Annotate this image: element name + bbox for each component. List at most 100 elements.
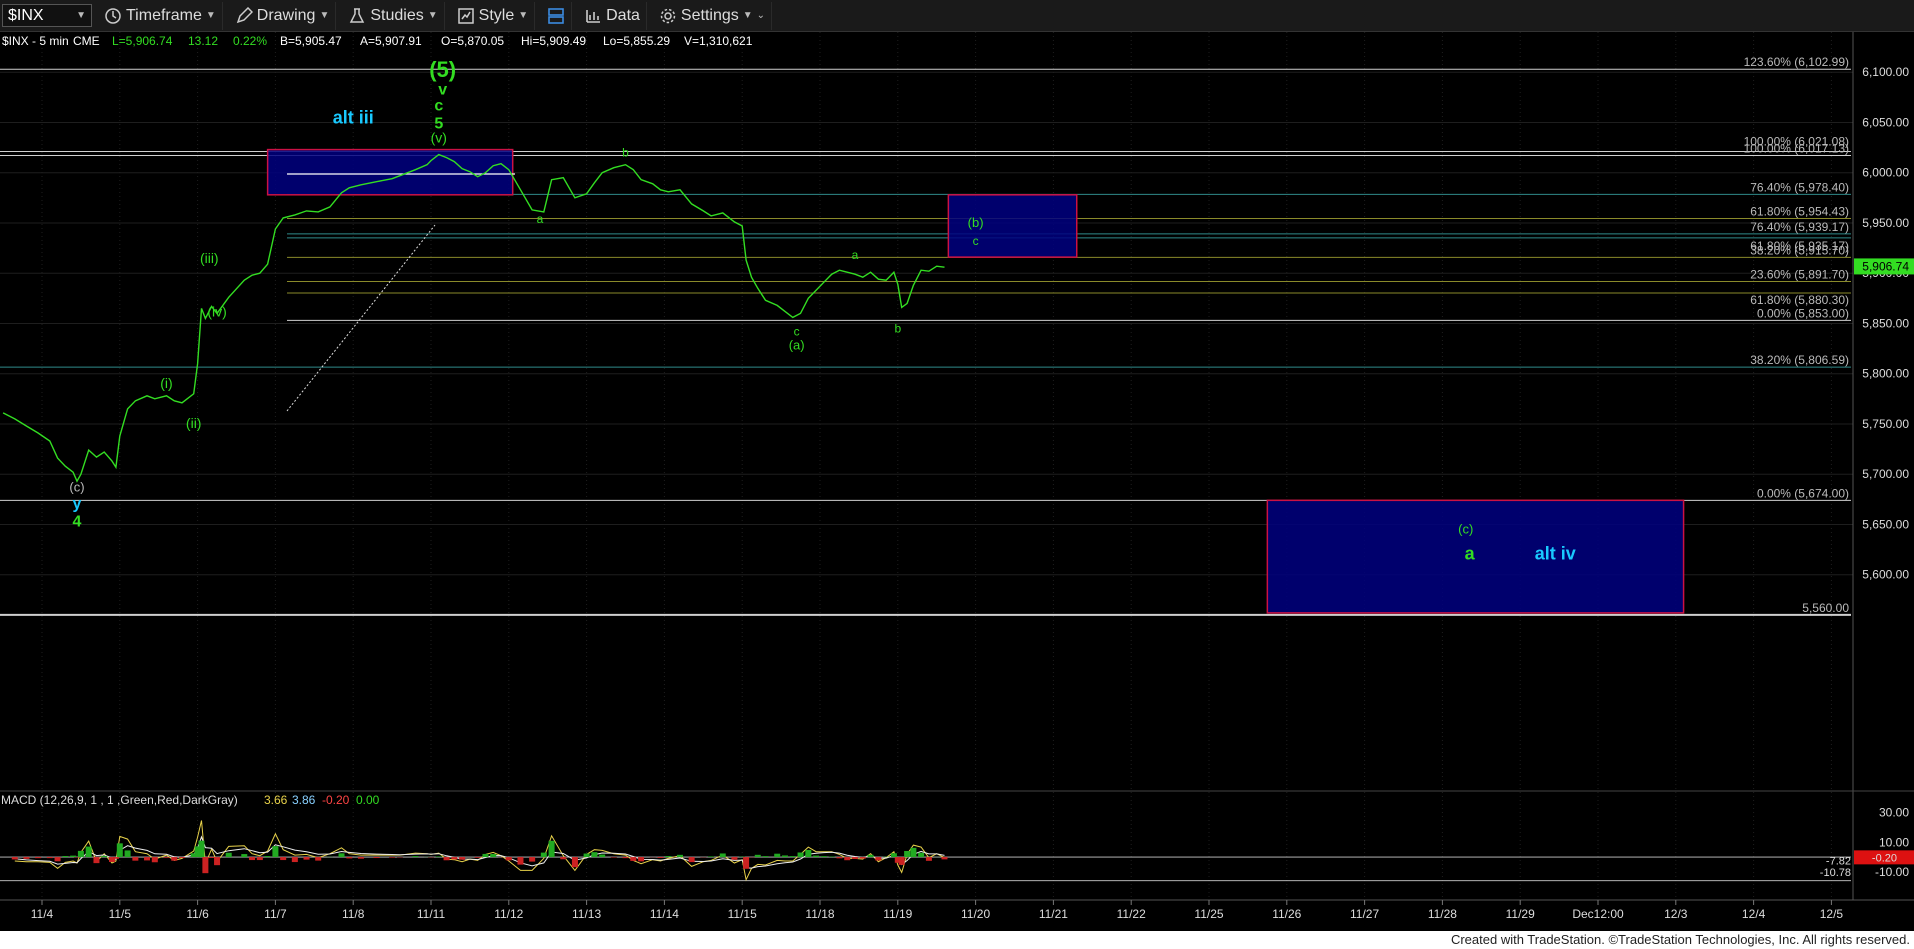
- wave-label: c: [973, 234, 979, 248]
- wave-label: (c): [69, 479, 84, 494]
- footer: Created with TradeStation. ©TradeStation…: [0, 931, 1914, 949]
- x-tick-label: 11/7: [264, 907, 287, 921]
- macd-histogram-bar: [676, 854, 683, 858]
- macd-histogram-bar: [459, 857, 466, 860]
- drawing-button[interactable]: Drawing ▼: [229, 1, 337, 30]
- x-tick-label: 11/11: [417, 907, 446, 921]
- macd-histogram-bar: [719, 853, 726, 858]
- layout-button[interactable]: [541, 1, 573, 30]
- chevron-down-icon: ▼: [742, 10, 753, 21]
- pencil-icon: [236, 6, 253, 23]
- macd-histogram-bar: [529, 857, 536, 862]
- header-low: Lo=5,855.29: [603, 34, 670, 48]
- price-axis-bg: [1853, 32, 1914, 900]
- macd-histogram-bar: [357, 857, 364, 859]
- macd-histogram-bar: [828, 856, 835, 858]
- macd-histogram-bar: [272, 846, 279, 858]
- header-last: L=5,906.74: [112, 34, 173, 48]
- y-tick-label: 6,100.00: [1862, 65, 1909, 79]
- x-tick-label: 11/28: [1428, 907, 1457, 921]
- x-tick-label: 12/3: [1664, 907, 1688, 921]
- trend-line: [286, 224, 436, 412]
- macd-histogram-bar: [560, 857, 567, 860]
- x-tick-label: 11/8: [342, 907, 365, 921]
- macd-histogram-bar: [731, 857, 738, 860]
- y-tick-label: 5,850.00: [1862, 316, 1909, 330]
- macd-histogram-bar: [11, 857, 18, 860]
- chevron-down-icon: ▼: [518, 10, 529, 21]
- copyright-text: Created with TradeStation. ©TradeStation…: [1450, 932, 1910, 947]
- wave-labels: (5)vc5(v)alt iii(iii)(iv)(i)(ii)(c)y4abc…: [69, 57, 1575, 563]
- macd-histogram-bar: [70, 855, 77, 858]
- x-tick-label: 11/14: [650, 907, 679, 921]
- price-chart[interactable]: 123.60% (6,102.99)100.00% (6,021.08)100.…: [0, 32, 1914, 931]
- x-tick-label: 11/12: [494, 907, 523, 921]
- macd-histogram-bar: [571, 857, 578, 868]
- macd-histogram-bar: [743, 857, 750, 869]
- fib-label: 61.80% (5,880.30): [1750, 293, 1849, 307]
- layout-icon: [548, 7, 564, 24]
- macd-last-label: -0.20: [1872, 852, 1897, 864]
- y-tick-label: 6,000.00: [1862, 166, 1909, 180]
- macd-label: MACD (12,26,9, 1 , 1 ,Green,Red,DarkGray…: [1, 793, 238, 807]
- macd-histogram-bar: [54, 857, 61, 862]
- macd-histogram-bar: [820, 856, 827, 858]
- macd-histogram-bar: [241, 854, 248, 858]
- wave-label: b: [894, 321, 901, 335]
- macd-histogram-bar: [315, 857, 322, 861]
- macd-histogram-bar: [77, 850, 84, 858]
- timeframe-button[interactable]: Timeframe ▼: [98, 1, 223, 30]
- y-tick-label: 5,600.00: [1862, 568, 1909, 582]
- header-exchange: CME: [73, 34, 100, 48]
- price-series: [2, 153, 945, 483]
- macd-histogram-bar: [171, 857, 178, 861]
- macd-histogram-bar: [291, 857, 298, 863]
- macd-last-label: -7.82: [1826, 856, 1851, 868]
- macd-histogram-bar: [754, 854, 761, 858]
- macd-histogram-bar: [836, 857, 843, 859]
- macd-histogram-bar: [373, 857, 380, 859]
- settings-button[interactable]: Settings ▼ ⌄: [653, 1, 773, 30]
- macd-histogram-bar: [867, 854, 874, 858]
- fib-label: 23.60% (5,891.70): [1750, 268, 1849, 282]
- macd-histogram-bar: [132, 857, 139, 861]
- data-button[interactable]: Data: [578, 1, 647, 30]
- macd-histogram-bar: [338, 853, 345, 858]
- wave-label: alt iv: [1535, 544, 1576, 564]
- symbol-value: $INX: [8, 6, 44, 24]
- macd-histogram-bar: [708, 856, 715, 858]
- price-line: [2, 153, 945, 483]
- macd-histogram-bar: [412, 856, 419, 858]
- macd-tick-label: 10.00: [1879, 835, 1909, 849]
- macd-value-1: 3.66: [264, 793, 288, 807]
- settings-label: Settings: [680, 6, 739, 24]
- header-change: 13.12: [188, 34, 218, 48]
- macd-histogram-bar: [657, 857, 664, 858]
- macd-histogram-bar: [482, 853, 489, 858]
- macd-histogram-bar: [875, 857, 882, 861]
- x-tick-label: 11/22: [1117, 907, 1146, 921]
- macd-histogram-bar: [116, 843, 123, 858]
- macd-value-3: -0.20: [322, 793, 350, 807]
- macd-histogram-bar: [151, 857, 158, 863]
- macd-histogram-bar: [918, 852, 925, 858]
- macd-histogram-bar: [852, 857, 859, 859]
- macd-histogram-bar: [208, 857, 215, 858]
- gear-icon: [660, 8, 676, 23]
- macd-histogram-bar: [805, 849, 812, 858]
- studies-button[interactable]: Studies ▼: [342, 1, 445, 30]
- macd-histogram-bar: [517, 857, 524, 865]
- header-open: O=5,870.05: [441, 34, 504, 48]
- x-tick-label: 12/4: [1742, 907, 1766, 921]
- symbol-selector[interactable]: $INX ▼: [2, 4, 92, 27]
- wave-label: a: [852, 248, 859, 262]
- wave-label: a: [537, 212, 544, 226]
- chevron-down-icon: ▼: [319, 10, 330, 21]
- date-axis[interactable]: 11/4 11/5 11/6 11/7 11/8 11/11 11/12 11/13 11/14…: [0, 899, 1914, 921]
- wave-label: 4: [73, 513, 82, 530]
- style-icon: [457, 7, 474, 24]
- y-tick-label: 5,950.00: [1862, 216, 1909, 230]
- macd-histogram-bar: [890, 853, 897, 858]
- price-axis[interactable]: 6,100.006,050.006,000.005,950.005,900.00…: [1852, 32, 1914, 900]
- style-button[interactable]: Style ▼: [451, 1, 536, 30]
